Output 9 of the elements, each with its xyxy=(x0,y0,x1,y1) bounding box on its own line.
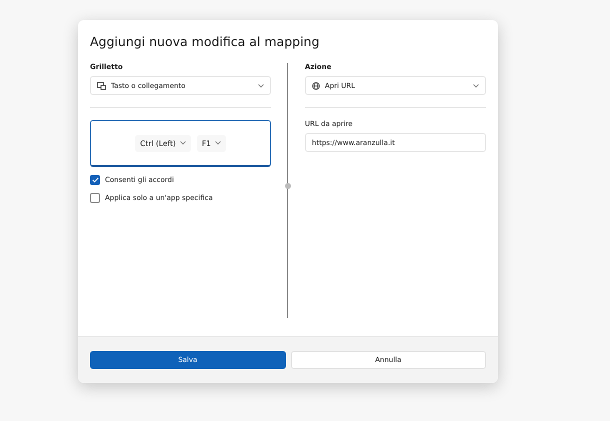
dialog-title: Aggiungi nuova modifica al mapping xyxy=(90,34,320,49)
checkbox[interactable] xyxy=(90,175,100,185)
chevron-icon xyxy=(180,141,186,145)
checkbox[interactable] xyxy=(90,193,100,203)
splitter-handle[interactable] xyxy=(285,183,292,189)
chevron-icon xyxy=(214,141,221,145)
chevron-icon xyxy=(472,84,479,88)
chevron-icon xyxy=(258,84,264,88)
globe-icon xyxy=(312,82,320,90)
